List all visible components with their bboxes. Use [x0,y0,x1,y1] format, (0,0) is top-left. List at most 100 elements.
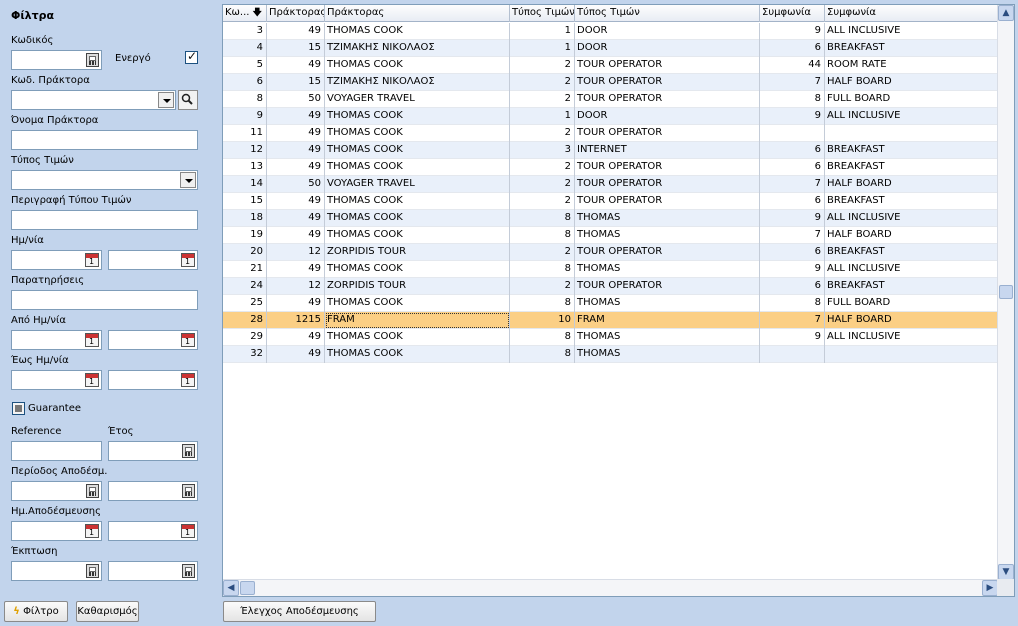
cell-agreement-name[interactable]: ALL INCLUSIVE [825,329,998,346]
cell-price-type-name[interactable]: TOUR OPERATOR [575,91,760,108]
cell-code[interactable]: 12 [223,142,267,159]
cell-code[interactable]: 4 [223,40,267,57]
cell-price-type-id[interactable]: 1 [510,23,575,40]
discount-from-input[interactable] [11,561,102,581]
cell-agent-name[interactable]: THOMAS COOK [325,142,510,159]
calendar-icon[interactable] [181,333,195,347]
table-row[interactable]: 8 50 VOYAGER TRAVEL 2 TOUR OPERATOR 8 FULL BOA… [223,91,998,108]
cell-price-type-name[interactable]: TOUR OPERATOR [575,159,760,176]
scroll-right-icon[interactable]: ▶ [982,580,998,596]
horizontal-scrollbar[interactable]: ◀ ▶ [223,579,998,596]
cell-agreement-name[interactable] [825,346,998,363]
calculator-icon[interactable] [86,484,99,498]
table-row[interactable]: 13 49 THOMAS COOK 2 TOUR OPERATOR 6 BREAKFAST [223,159,998,176]
cell-agreement-name[interactable]: BREAKFAST [825,278,998,295]
agent-search-button[interactable] [178,90,198,110]
cell-agent-id[interactable]: 49 [267,193,325,210]
cell-agreement-id[interactable]: 9 [760,210,825,227]
cell-agent-name[interactable]: THOMAS COOK [325,227,510,244]
cell-price-type-name[interactable]: THOMAS [575,329,760,346]
cell-agent-id[interactable]: 49 [267,159,325,176]
cell-price-type-name[interactable]: THOMAS [575,346,760,363]
cell-code[interactable]: 9 [223,108,267,125]
cell-agent-id[interactable]: 49 [267,295,325,312]
table-row[interactable]: 28 1215 FRAM 10 FRAM 7 HALF BOARD [223,312,998,329]
calendar-icon[interactable] [181,524,195,538]
vertical-scrollbar[interactable]: ▲ ▼ [997,5,1014,580]
table-row[interactable]: 18 49 THOMAS COOK 8 THOMAS 9 ALL INCLUSIVE [223,210,998,227]
cell-code[interactable]: 21 [223,261,267,278]
cell-code[interactable]: 15 [223,193,267,210]
cell-price-type-name[interactable]: TOUR OPERATOR [575,244,760,261]
release-check-button[interactable]: Έλεγχος Αποδέσμευσης [223,601,376,622]
cell-price-type-id[interactable]: 2 [510,244,575,261]
agent-name-input[interactable] [11,130,198,150]
cell-agent-name[interactable]: THOMAS COOK [325,23,510,40]
cell-agent-name[interactable]: FRAM [325,312,510,329]
cell-price-type-name[interactable]: TOUR OPERATOR [575,193,760,210]
cell-agent-id[interactable]: 49 [267,329,325,346]
cell-agent-name[interactable]: VOYAGER TRAVEL [325,176,510,193]
cell-agreement-name[interactable]: FULL BOARD [825,295,998,312]
cell-agreement-name[interactable]: ROOM RATE [825,57,998,74]
cell-price-type-name[interactable]: TOUR OPERATOR [575,176,760,193]
cell-agent-name[interactable]: ΤΖΙΜΑΚΗΣ ΝΙΚΟΛΑΟΣ [325,74,510,91]
cell-price-type-id[interactable]: 2 [510,176,575,193]
cell-code[interactable]: 28 [223,312,267,329]
cell-agent-id[interactable]: 1215 [267,312,325,329]
cell-agent-id[interactable]: 15 [267,40,325,57]
active-checkbox[interactable] [185,49,198,64]
cell-agreement-id[interactable]: 9 [760,23,825,40]
cell-price-type-name[interactable]: TOUR OPERATOR [575,57,760,74]
cell-code[interactable]: 19 [223,227,267,244]
calculator-icon[interactable] [182,484,195,498]
cell-price-type-name[interactable]: THOMAS [575,227,760,244]
from-date-end-input[interactable] [108,330,198,350]
cell-agreement-name[interactable]: BREAKFAST [825,40,998,57]
cell-code[interactable]: 8 [223,91,267,108]
cell-agent-name[interactable]: THOMAS COOK [325,193,510,210]
cell-agreement-id[interactable]: 7 [760,312,825,329]
cell-agreement-name[interactable]: ALL INCLUSIVE [825,108,998,125]
cell-agreement-name[interactable]: BREAKFAST [825,142,998,159]
cell-agreement-name[interactable]: BREAKFAST [825,244,998,261]
cell-price-type-name[interactable]: INTERNET [575,142,760,159]
cell-code[interactable]: 14 [223,176,267,193]
cell-price-type-id[interactable]: 8 [510,295,575,312]
cell-agreement-name[interactable] [825,125,998,142]
table-row[interactable]: 21 49 THOMAS COOK 8 THOMAS 9 ALL INCLUSIVE [223,261,998,278]
cell-agreement-name[interactable]: HALF BOARD [825,312,998,329]
vertical-scroll-thumb[interactable] [999,285,1013,299]
cell-agreement-id[interactable]: 8 [760,295,825,312]
cell-price-type-name[interactable]: TOUR OPERATOR [575,125,760,142]
cell-price-type-name[interactable]: TOUR OPERATOR [575,278,760,295]
price-type-desc-input[interactable] [11,210,198,230]
cell-agreement-id[interactable] [760,125,825,142]
to-date-end-input[interactable] [108,370,198,390]
cell-price-type-id[interactable]: 2 [510,278,575,295]
discount-to-input[interactable] [108,561,198,581]
cell-agent-name[interactable]: ΤΖΙΜΑΚΗΣ ΝΙΚΟΛΑΟΣ [325,40,510,57]
cell-agreement-name[interactable]: HALF BOARD [825,74,998,91]
cell-agreement-name[interactable]: BREAKFAST [825,193,998,210]
cell-agent-id[interactable]: 49 [267,210,325,227]
filter-button[interactable]: ϟ Φίλτρο [4,601,68,622]
price-type-select[interactable] [11,170,198,190]
cell-agreement-id[interactable]: 6 [760,40,825,57]
cell-agreement-id[interactable] [760,346,825,363]
table-row[interactable]: 6 15 ΤΖΙΜΑΚΗΣ ΝΙΚΟΛΑΟΣ 2 TOUR OPERATOR 7 HALF … [223,74,998,91]
scroll-left-icon[interactable]: ◀ [223,580,239,596]
cell-agent-name[interactable]: THOMAS COOK [325,295,510,312]
cell-agreement-id[interactable]: 6 [760,193,825,210]
cell-code[interactable]: 6 [223,74,267,91]
cell-agent-id[interactable]: 12 [267,278,325,295]
cell-code[interactable]: 29 [223,329,267,346]
cell-price-type-id[interactable]: 10 [510,312,575,329]
calendar-icon[interactable] [181,373,195,387]
cell-agent-name[interactable]: THOMAS COOK [325,329,510,346]
header-price-type-id[interactable]: Τύπος Τιμών [510,5,575,22]
cell-agent-id[interactable]: 49 [267,227,325,244]
cell-code[interactable]: 20 [223,244,267,261]
header-agent-id[interactable]: Πράκτορας [267,5,325,22]
cell-agreement-id[interactable]: 7 [760,176,825,193]
